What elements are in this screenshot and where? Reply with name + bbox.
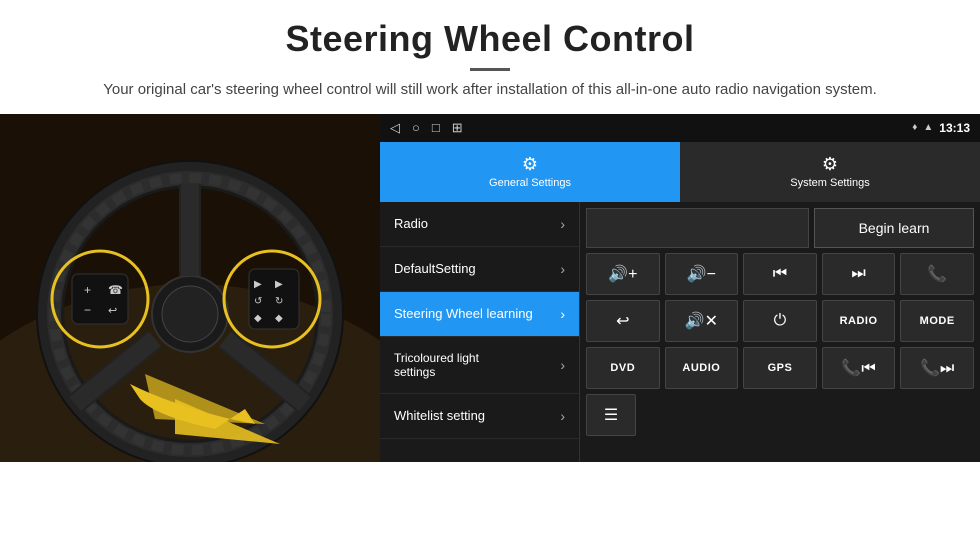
menu-list: Radio › DefaultSetting › Steering Wheel …	[380, 202, 580, 462]
vol-down-button[interactable]: 🔊−	[665, 253, 739, 295]
mode-button[interactable]: MODE	[900, 300, 974, 342]
menu-item-whitelist-label: Whitelist setting	[394, 408, 485, 423]
svg-text:−: −	[84, 303, 91, 317]
wifi-icon: ▲	[923, 122, 933, 133]
status-bar: ◁ ○ □ ⊞ ♦ ▲ 13:13	[380, 114, 980, 142]
chevron-icon: ›	[560, 408, 565, 424]
menu-item-tricoloured-label: Tricoloured lightsettings	[394, 351, 479, 379]
begin-learn-button[interactable]: Begin learn	[814, 208, 974, 248]
begin-learn-row: Begin learn	[586, 208, 974, 248]
content-area: Radio › DefaultSetting › Steering Wheel …	[380, 202, 980, 462]
control-row-1: 🔊+ 🔊− ⏮ ⏭ 📞	[586, 253, 974, 295]
chevron-icon: ›	[560, 261, 565, 277]
tab-bar: ⚙ General Settings ⚙ System Settings	[380, 142, 980, 202]
tab-general-settings[interactable]: ⚙ General Settings	[380, 142, 680, 202]
home-button[interactable]: ○	[412, 120, 420, 135]
menu-item-default-label: DefaultSetting	[394, 261, 476, 276]
svg-text:↩: ↩	[108, 305, 117, 317]
svg-text:◆: ◆	[275, 313, 283, 324]
menu-item-steering-wheel[interactable]: Steering Wheel learning ›	[380, 292, 579, 337]
menu-item-tricoloured[interactable]: Tricoloured lightsettings ›	[380, 337, 579, 394]
gps-icon: ♦	[912, 122, 917, 133]
top-section: Steering Wheel Control Your original car…	[0, 0, 980, 114]
menu-item-radio[interactable]: Radio ›	[380, 202, 579, 247]
audio-label: AUDIO	[682, 362, 720, 374]
control-panel: Begin learn 🔊+ 🔊− ⏮ ⏭	[580, 202, 980, 462]
car-image-area: + − ☎ ↩ ▶ ▶ ↺ ↻ ◆ ◆	[0, 114, 380, 462]
main-content: + − ☎ ↩ ▶ ▶ ↺ ↻ ◆ ◆	[0, 114, 980, 462]
svg-text:↻: ↻	[275, 296, 283, 307]
tab-system-label: System Settings	[790, 177, 869, 189]
tab-general-label: General Settings	[489, 177, 571, 189]
vol-down-icon: 🔊−	[687, 264, 716, 284]
svg-text:☎: ☎	[108, 283, 123, 297]
svg-text:+: +	[84, 283, 91, 297]
status-indicators: ♦ ▲ 13:13	[912, 121, 970, 135]
prev-tel-icon: 📞⏮	[841, 358, 875, 378]
menu-item-default-setting[interactable]: DefaultSetting ›	[380, 247, 579, 292]
page-title: Steering Wheel Control	[60, 18, 920, 60]
phone-button[interactable]: 📞	[900, 253, 974, 295]
hang-up-button[interactable]: ↩	[586, 300, 660, 342]
prev-tel-button[interactable]: 📞⏮	[822, 347, 896, 389]
dvd-label: DVD	[610, 362, 635, 374]
svg-text:▶: ▶	[254, 279, 262, 290]
prev-track-icon: ⏮	[773, 265, 787, 283]
menu-item-steering-label: Steering Wheel learning	[394, 306, 533, 321]
menu-item-radio-label: Radio	[394, 216, 428, 231]
next-track-button[interactable]: ⏭	[822, 253, 896, 295]
hang-up-icon: ↩	[616, 311, 629, 331]
gear-icon: ⚙	[522, 154, 538, 175]
radio-button[interactable]: RADIO	[822, 300, 896, 342]
clock: 13:13	[939, 121, 970, 135]
prev-track-button[interactable]: ⏮	[743, 253, 817, 295]
vol-up-button[interactable]: 🔊+	[586, 253, 660, 295]
menu-button[interactable]: ⊞	[452, 120, 463, 136]
vol-up-icon: 🔊+	[608, 264, 637, 284]
gps-button[interactable]: GPS	[743, 347, 817, 389]
back-button[interactable]: ◁	[390, 120, 400, 136]
key-input-field[interactable]	[586, 208, 809, 248]
power-button[interactable]: ⏻	[743, 300, 817, 342]
power-icon: ⏻	[774, 312, 787, 330]
chevron-icon: ›	[560, 216, 565, 232]
nav-buttons: ◁ ○ □ ⊞	[390, 120, 463, 136]
control-row-4: ☰	[586, 394, 974, 436]
title-divider	[470, 68, 510, 71]
begin-learn-label: Begin learn	[859, 220, 930, 236]
radio-label: RADIO	[840, 315, 878, 327]
control-row-3: DVD AUDIO GPS 📞⏮ 📞⏭	[586, 347, 974, 389]
mode-label: MODE	[920, 315, 955, 327]
audio-button[interactable]: AUDIO	[665, 347, 739, 389]
menu-icon-button[interactable]: ☰	[586, 394, 636, 436]
chevron-icon: ›	[560, 306, 565, 322]
svg-text:▶: ▶	[275, 279, 283, 290]
phone-icon: 📞	[927, 264, 947, 284]
next-tel-button[interactable]: 📞⏭	[900, 347, 974, 389]
system-icon: ⚙	[822, 154, 838, 175]
svg-text:◆: ◆	[254, 313, 262, 324]
mute-icon: 🔊✕	[685, 311, 718, 331]
android-panel: ◁ ○ □ ⊞ ♦ ▲ 13:13 ⚙ General Settings ⚙ S…	[380, 114, 980, 462]
page-subtitle: Your original car's steering wheel contr…	[60, 79, 920, 102]
menu-item-whitelist[interactable]: Whitelist setting ›	[380, 394, 579, 439]
chevron-icon: ›	[560, 357, 565, 373]
menu-list-icon: ☰	[604, 405, 618, 425]
gps-label: GPS	[768, 362, 793, 374]
mute-button[interactable]: 🔊✕	[665, 300, 739, 342]
next-tel-icon: 📞⏭	[920, 358, 954, 378]
tab-system-settings[interactable]: ⚙ System Settings	[680, 142, 980, 202]
control-row-2: ↩ 🔊✕ ⏻ RADIO MODE	[586, 300, 974, 342]
dvd-button[interactable]: DVD	[586, 347, 660, 389]
svg-text:↺: ↺	[254, 296, 262, 307]
recents-button[interactable]: □	[432, 120, 440, 135]
next-track-icon: ⏭	[851, 265, 865, 283]
